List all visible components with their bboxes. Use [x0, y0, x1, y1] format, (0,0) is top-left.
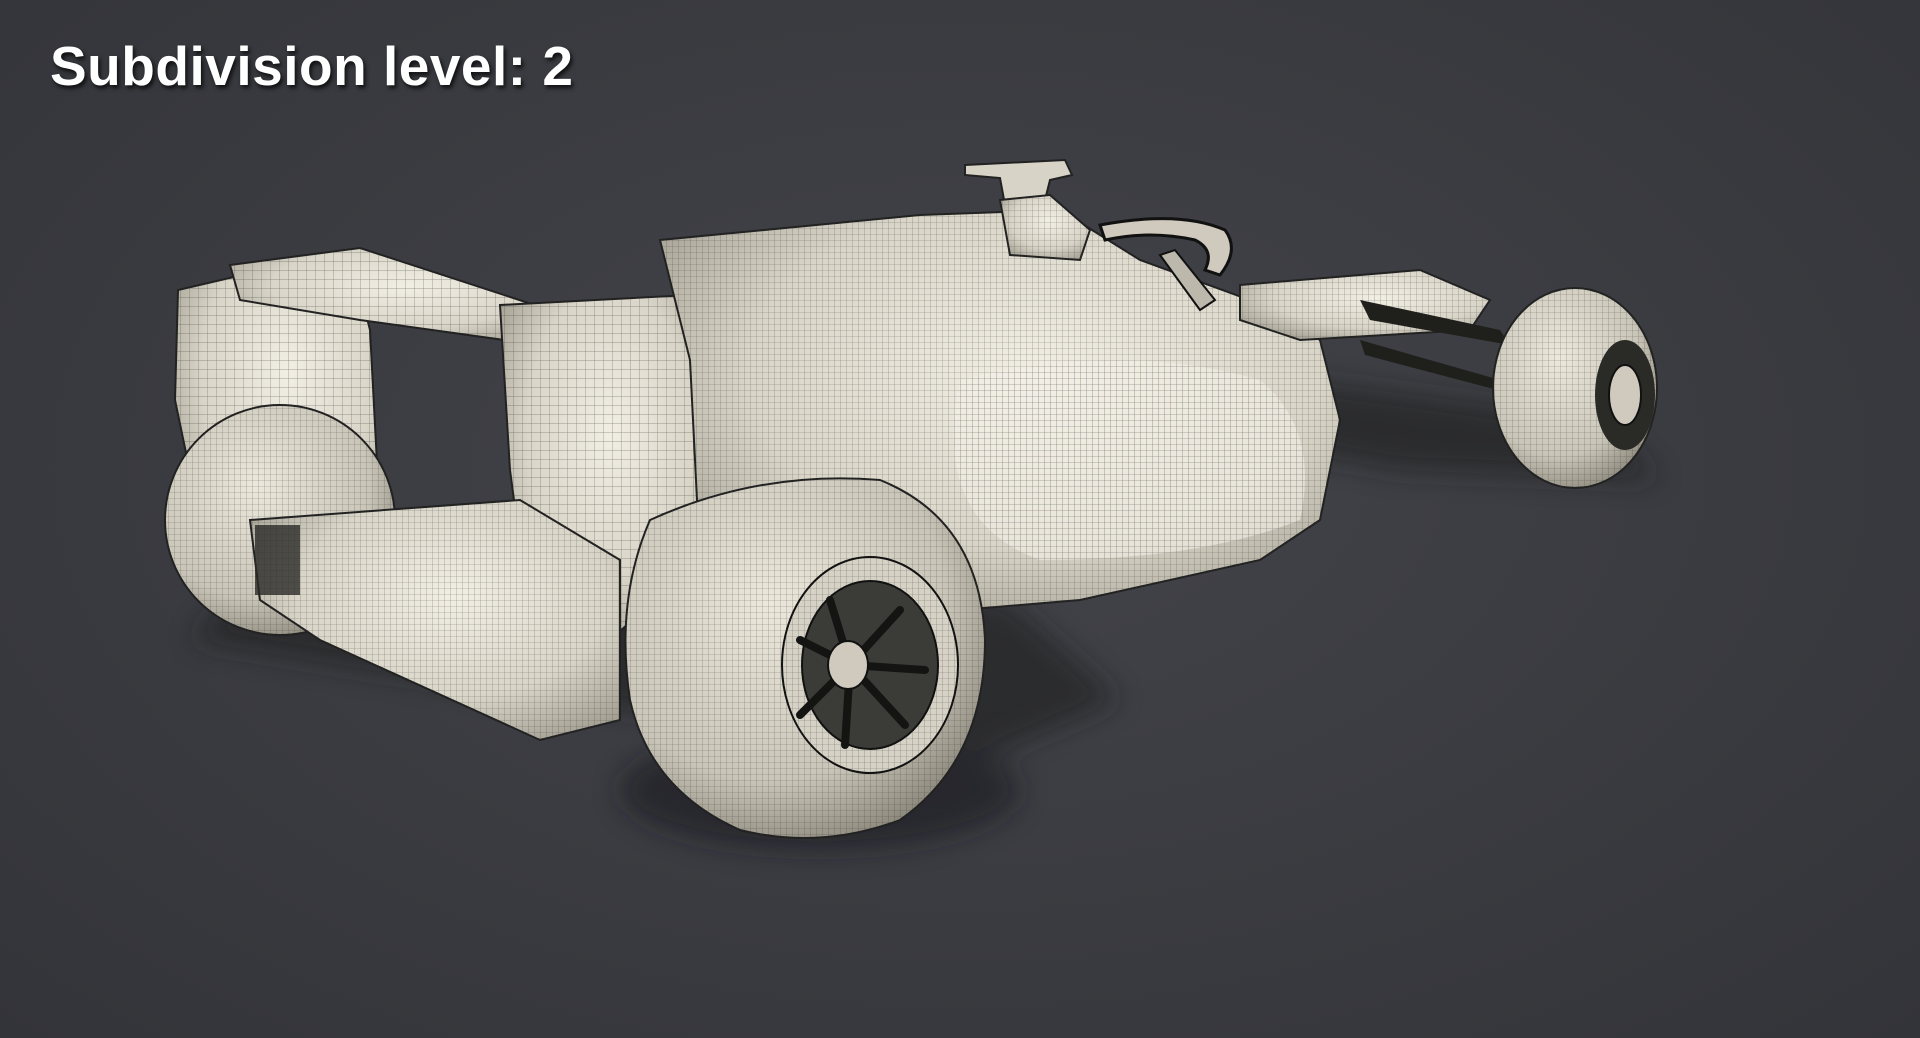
f1-car-model [164, 158, 1660, 850]
viewport[interactable]: Subdivision level: 2 [0, 0, 1920, 1038]
rear-right-wheel [624, 477, 987, 839]
diffuser [248, 498, 621, 742]
front-right-wheel [1492, 287, 1658, 489]
